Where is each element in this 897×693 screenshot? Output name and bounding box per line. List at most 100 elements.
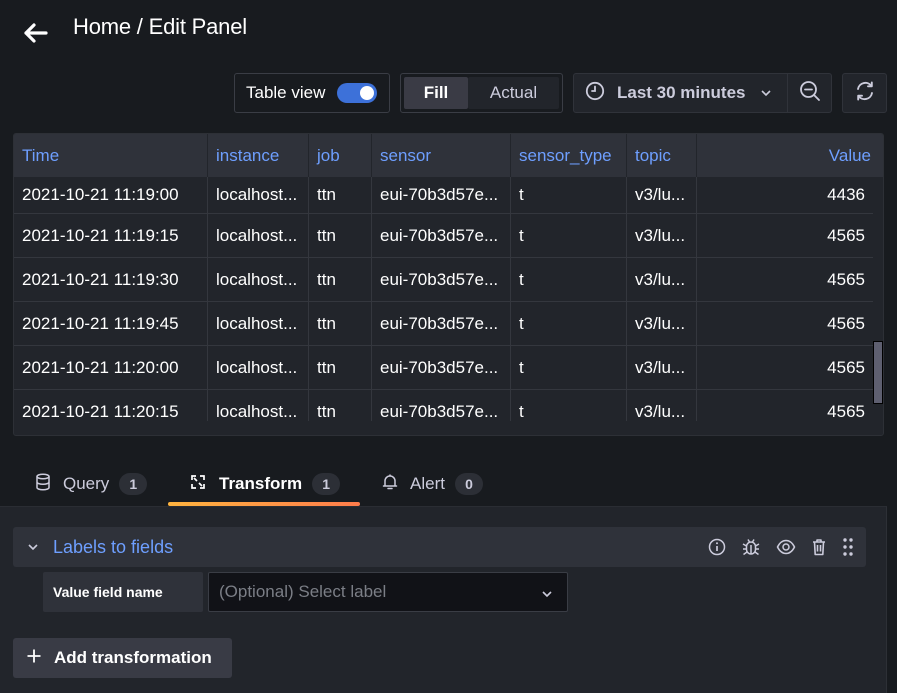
time-picker: Last 30 minutes xyxy=(573,73,832,113)
cell-sensor: eui-70b3d57e... xyxy=(372,214,511,257)
table-scrollbar-thumb[interactable] xyxy=(873,341,883,404)
cell-topic: v3/lu... xyxy=(627,177,697,213)
column-header-value[interactable]: Value xyxy=(697,134,883,177)
cell-instance: localhost... xyxy=(208,214,309,257)
cell-sensor: eui-70b3d57e... xyxy=(372,177,511,213)
table-body: 2021-10-21 11:19:00 localhost... ttn eui… xyxy=(14,177,873,421)
cell-instance: localhost... xyxy=(208,177,309,213)
plus-icon xyxy=(26,648,42,669)
clock-icon xyxy=(585,81,605,106)
refresh-icon xyxy=(854,80,876,107)
cell-job: ttn xyxy=(309,258,372,301)
add-transformation-label: Add transformation xyxy=(54,648,212,667)
data-table: Time instance job sensor sensor_type top… xyxy=(13,133,884,436)
cell-sensor: eui-70b3d57e... xyxy=(372,302,511,345)
cell-value: 4565 xyxy=(827,357,865,377)
column-header-sensor[interactable]: sensor xyxy=(372,134,511,177)
debug-bug-icon[interactable] xyxy=(741,537,761,557)
cell-job: ttn xyxy=(309,390,372,421)
zoom-out-icon xyxy=(799,80,821,107)
cell-time: 2021-10-21 11:19:30 xyxy=(14,258,208,301)
eye-icon[interactable] xyxy=(776,539,796,555)
fill-actual-segmented-control: Fill Actual xyxy=(400,73,563,113)
cell-value: 4565 xyxy=(827,269,865,289)
cell-time: 2021-10-21 11:19:00 xyxy=(14,177,208,213)
column-header-job[interactable]: job xyxy=(309,134,372,177)
cell-value: 4436 xyxy=(827,185,865,204)
fill-button[interactable]: Fill xyxy=(404,77,468,109)
cell-sensor-type: t xyxy=(511,390,627,421)
tab-alert-label: Alert xyxy=(410,474,445,493)
cell-time: 2021-10-21 11:19:15 xyxy=(14,214,208,257)
cell-topic: v3/lu... xyxy=(627,302,697,345)
value-field-name-select[interactable]: (Optional) Select label xyxy=(208,572,568,612)
tab-alert[interactable]: Alert 0 xyxy=(382,462,483,506)
collapse-chevron-icon[interactable] xyxy=(27,543,41,551)
cell-sensor: eui-70b3d57e... xyxy=(372,390,511,421)
cell-job: ttn xyxy=(309,302,372,345)
tab-transform-label: Transform xyxy=(219,474,303,493)
table-header: Time instance job sensor sensor_type top… xyxy=(14,134,883,177)
info-icon[interactable] xyxy=(708,538,726,556)
cell-value: 4565 xyxy=(827,225,865,245)
refresh-button[interactable] xyxy=(842,73,887,113)
table-row: 2021-10-21 11:19:00 localhost... ttn eui… xyxy=(14,177,873,214)
tab-transform[interactable]: Transform 1 xyxy=(189,462,341,506)
cell-sensor-type: t xyxy=(511,302,627,345)
chevron-down-icon xyxy=(760,84,772,102)
editor-tabs: Query 1 Transform 1 Alert 0 xyxy=(0,462,897,506)
database-icon xyxy=(35,472,51,496)
transformation-header[interactable]: Labels to fields xyxy=(13,527,866,567)
cell-time: 2021-10-21 11:20:00 xyxy=(14,346,208,389)
cell-sensor-type: t xyxy=(511,346,627,389)
cell-sensor-type: t xyxy=(511,214,627,257)
cell-job: ttn xyxy=(309,346,372,389)
cell-job: ttn xyxy=(309,214,372,257)
bell-icon xyxy=(382,473,398,496)
tab-query-count-badge: 1 xyxy=(119,473,148,495)
cell-topic: v3/lu... xyxy=(627,390,697,421)
page-title: Home / Edit Panel xyxy=(73,14,247,39)
cell-instance: localhost... xyxy=(208,346,309,389)
cell-time: 2021-10-21 11:20:15 xyxy=(14,390,208,421)
value-field-name-label: Value field name xyxy=(43,572,203,612)
select-placeholder: (Optional) Select label xyxy=(219,582,387,601)
cell-time: 2021-10-21 11:19:45 xyxy=(14,302,208,345)
add-transformation-button[interactable]: Add transformation xyxy=(13,638,232,678)
cell-topic: v3/lu... xyxy=(627,346,697,389)
drag-handle-icon[interactable] xyxy=(842,537,854,557)
column-header-sensor-type[interactable]: sensor_type xyxy=(511,134,627,177)
time-range-button[interactable]: Last 30 minutes xyxy=(574,74,789,112)
time-range-label: Last 30 minutes xyxy=(617,83,746,102)
table-view-label: Table view xyxy=(246,83,326,102)
chevron-down-icon xyxy=(541,585,553,603)
tab-query-label: Query xyxy=(63,474,110,493)
cell-value: 4565 xyxy=(827,401,865,421)
transform-icon xyxy=(189,473,207,496)
table-view-toggle[interactable] xyxy=(337,83,378,103)
cell-sensor-type: t xyxy=(511,258,627,301)
cell-topic: v3/lu... xyxy=(627,258,697,301)
cell-instance: localhost... xyxy=(208,390,309,421)
trash-icon[interactable] xyxy=(811,538,827,556)
table-row: 2021-10-21 11:19:15 localhost... ttn eui… xyxy=(14,214,873,258)
column-header-time[interactable]: Time xyxy=(14,134,208,177)
transformation-actions xyxy=(708,527,854,567)
actual-button[interactable]: Actual xyxy=(468,77,559,109)
cell-topic: v3/lu... xyxy=(627,214,697,257)
back-arrow-icon[interactable] xyxy=(20,18,50,48)
tab-alert-count-badge: 0 xyxy=(454,473,483,495)
cell-instance: localhost... xyxy=(208,258,309,301)
table-row: 2021-10-21 11:19:30 localhost... ttn eui… xyxy=(14,258,873,302)
table-row: 2021-10-21 11:19:45 localhost... ttn eui… xyxy=(14,302,873,346)
table-view-toggle-group: Table view xyxy=(234,73,390,113)
column-header-instance[interactable]: instance xyxy=(208,134,309,177)
tab-query[interactable]: Query 1 xyxy=(35,462,148,506)
cell-instance: localhost... xyxy=(208,302,309,345)
cell-job: ttn xyxy=(309,177,372,213)
zoom-out-button[interactable] xyxy=(788,74,831,112)
column-header-topic[interactable]: topic xyxy=(627,134,697,177)
table-row: 2021-10-21 11:20:15 localhost... ttn eui… xyxy=(14,390,873,421)
top-bar: Home / Edit Panel xyxy=(0,0,897,60)
cell-sensor-type: t xyxy=(511,177,627,213)
